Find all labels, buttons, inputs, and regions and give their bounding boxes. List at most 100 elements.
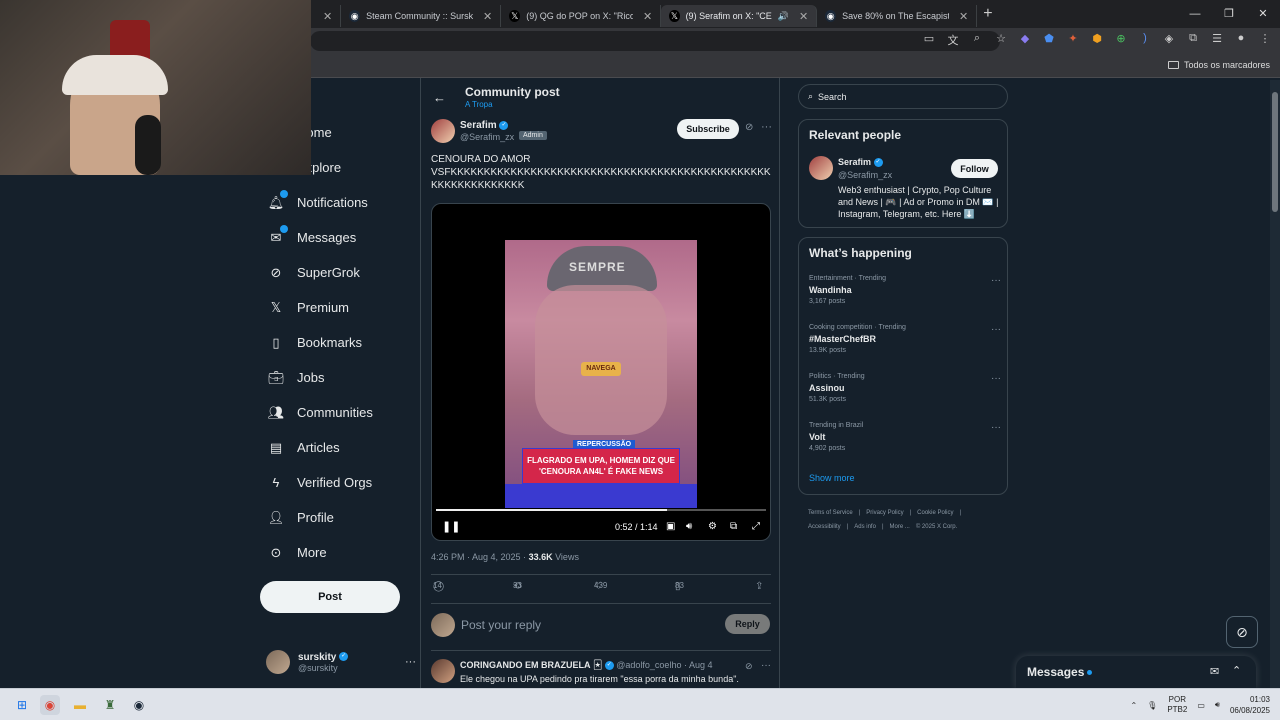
video-progress[interactable] [436,509,766,511]
steam-icon[interactable]: ◉ [129,695,149,715]
nav-item-profile[interactable]: 👤︎ Profile [258,500,418,535]
settings-gear-icon[interactable]: ⚙ [708,521,717,532]
address-bar[interactable] [310,31,1000,51]
scrollbar-thumb[interactable] [1272,92,1278,212]
post-button[interactable]: Post [260,581,400,613]
grok-icon[interactable]: ⊘ [745,661,753,672]
extension-icon[interactable]: ⊕ [1114,32,1128,48]
close-tab-icon[interactable]: ✕ [483,10,492,23]
new-tab-icon[interactable]: + [983,5,992,23]
person-handle[interactable]: @Serafim_zx [838,170,892,180]
translate-icon[interactable]: 文 [946,32,960,48]
close-tab-icon[interactable]: ✕ [323,10,332,23]
chevron-up-icon[interactable]: ⌃ [1130,701,1137,710]
nav-item-articles[interactable]: ▤ Articles [258,430,418,465]
clock[interactable]: 01:03 06/08/2025 [1230,694,1270,716]
extension-icon[interactable]: ◆ [1018,32,1032,48]
video-player[interactable]: SEMPRE NAVEGA REPERCUSSÃO FLAGRADO EM UP… [431,203,771,541]
reply-button[interactable]: Reply [725,614,770,634]
avatar[interactable] [809,156,833,180]
comment-item[interactable]: CORINGANDO EM BRAZUELA 🃏 ✓ @adolfo_coelh… [431,659,771,688]
subscribe-button[interactable]: Subscribe [677,119,739,139]
nav-item-communities[interactable]: 👥︎ Communities [258,395,418,430]
browser-tab-4[interactable]: ◉ Save 80% on The Escapists on S ✕ [817,5,978,27]
person-name[interactable]: Serafim ✓ [838,157,883,168]
avatar[interactable] [431,119,455,143]
browser-tab-2[interactable]: 𝕏 (9) QG do POP on X: "Rico deta ✕ [501,5,662,27]
nav-item-supergrok[interactable]: ⊘ SuperGrok [258,255,418,290]
extension-icon[interactable]: ⬢ [1090,32,1104,48]
close-tab-icon[interactable]: ✕ [643,10,652,23]
star-icon[interactable]: ☆ [994,32,1008,48]
cast-icon[interactable]: ▭ [922,32,936,48]
speaker-icon[interactable]: 🔊 [778,11,789,22]
nav-item-messages[interactable]: ✉︎ Messages [258,220,418,255]
all-bookmarks[interactable]: Todos os marcadores [1167,60,1270,70]
reply-input[interactable]: Post your reply [461,618,541,632]
footer-link[interactable]: Ads info [854,524,876,530]
nav-item-jobs[interactable]: 💼︎ Jobs [258,360,418,395]
avatar[interactable] [431,659,455,683]
more-dots-icon[interactable]: ··· [761,121,772,133]
game-launcher-icon[interactable]: ♜ [100,695,120,715]
menu-kebab-icon[interactable]: ⋮ [1258,32,1272,48]
profile-avatar-icon[interactable]: ● [1234,32,1248,48]
more-dots-icon[interactable]: ··· [991,324,1001,335]
nav-item-bookmarks[interactable]: ▯ Bookmarks [258,325,418,360]
author-handle[interactable]: @Serafim_zx [460,132,514,142]
new-message-icon[interactable]: ✉︎ [1210,665,1219,678]
browser-tab-0[interactable]: ✕ [311,5,342,27]
more-dots-icon[interactable]: ··· [991,422,1001,433]
puzzle-icon[interactable]: ⧉ [1186,32,1200,48]
back-arrow-icon[interactable]: ← [433,90,446,105]
trend-item[interactable]: Entertainment · Trending Wandinha 3,167 … [809,275,1004,305]
grok-icon[interactable]: ⊘ [745,122,753,133]
captions-icon[interactable]: ▣ [666,521,675,532]
footer-link[interactable]: Accessibility [808,524,841,530]
community-link[interactable]: A Tropa [465,100,493,109]
extension-icon[interactable]: ◈ [1162,32,1176,48]
account-switcher[interactable]: surskity ✓ @surskity ··· [266,647,416,677]
browser-tab-3[interactable]: 𝕏 (9) Serafim on X: "CENOURA 🔊 ✕ [661,5,818,27]
page-scrollbar[interactable] [1270,80,1280,688]
more-dots-icon[interactable]: ··· [761,660,771,671]
nav-item-verified-orgs[interactable]: ϟ Verified Orgs [258,465,418,500]
language-indicator[interactable]: POR PTB2 [1167,695,1187,715]
comment-handle[interactable]: @adolfo_coelho [616,660,681,670]
footer-link[interactable]: More ... [890,524,910,530]
nav-item-notifications[interactable]: 🔔︎ Notifications [258,185,418,220]
extension-icon[interactable]: ) [1138,32,1152,48]
extension-icon[interactable]: ⬟ [1042,32,1056,48]
comment-author[interactable]: CORINGANDO EM BRAZUELA [460,660,591,670]
network-icon[interactable]: ▭ [1197,701,1205,710]
file-explorer-icon[interactable]: ▬ [70,695,90,715]
chrome-icon[interactable]: ◉ [40,695,60,715]
volume-icon[interactable]: 🔊︎ [686,521,692,532]
pip-icon[interactable]: ⧉ [730,521,737,532]
volume-icon[interactable]: 🔊︎ [1215,700,1220,710]
nav-item-premium[interactable]: 𝕏 Premium [258,290,418,325]
reading-list-icon[interactable]: ☰ [1210,32,1224,48]
close-window-icon[interactable]: ✕ [1246,0,1280,28]
footer-link[interactable]: Privacy Policy [866,510,903,516]
messages-drawer[interactable]: Messages ✉︎ ⌃ [1016,656,1256,688]
trend-item[interactable]: Cooking competition · Trending #MasterCh… [809,324,1004,354]
search-input[interactable]: ⌕ Search [798,84,1008,109]
more-dots-icon[interactable]: ··· [405,656,416,668]
chevron-up-icon[interactable]: ⌃ [1232,664,1241,677]
close-tab-icon[interactable]: ✕ [959,10,968,23]
show-more-link[interactable]: Show more [809,473,855,483]
close-tab-icon[interactable]: ✕ [799,10,808,23]
more-dots-icon[interactable]: ··· [991,373,1001,384]
minimize-icon[interactable]: — [1178,0,1212,28]
nav-item-more[interactable]: ⊙ More [258,535,418,570]
browser-tab-1[interactable]: ◉ Steam Community :: Surskity :: S ✕ [341,5,502,27]
footer-link[interactable]: Cookie Policy [917,510,953,516]
microphone-icon[interactable]: 🎙︎ [1147,701,1157,710]
pause-icon[interactable]: ❚❚ [442,520,460,533]
zoom-icon[interactable]: ⌕ [970,32,984,48]
windows-start-icon[interactable]: ⊞ [12,695,32,715]
trend-item[interactable]: Trending in Brazil Volt 4,902 posts ··· [809,422,1004,452]
extension-icon[interactable]: ✦ [1066,32,1080,48]
author-name[interactable]: Serafim ✓ [460,120,509,131]
